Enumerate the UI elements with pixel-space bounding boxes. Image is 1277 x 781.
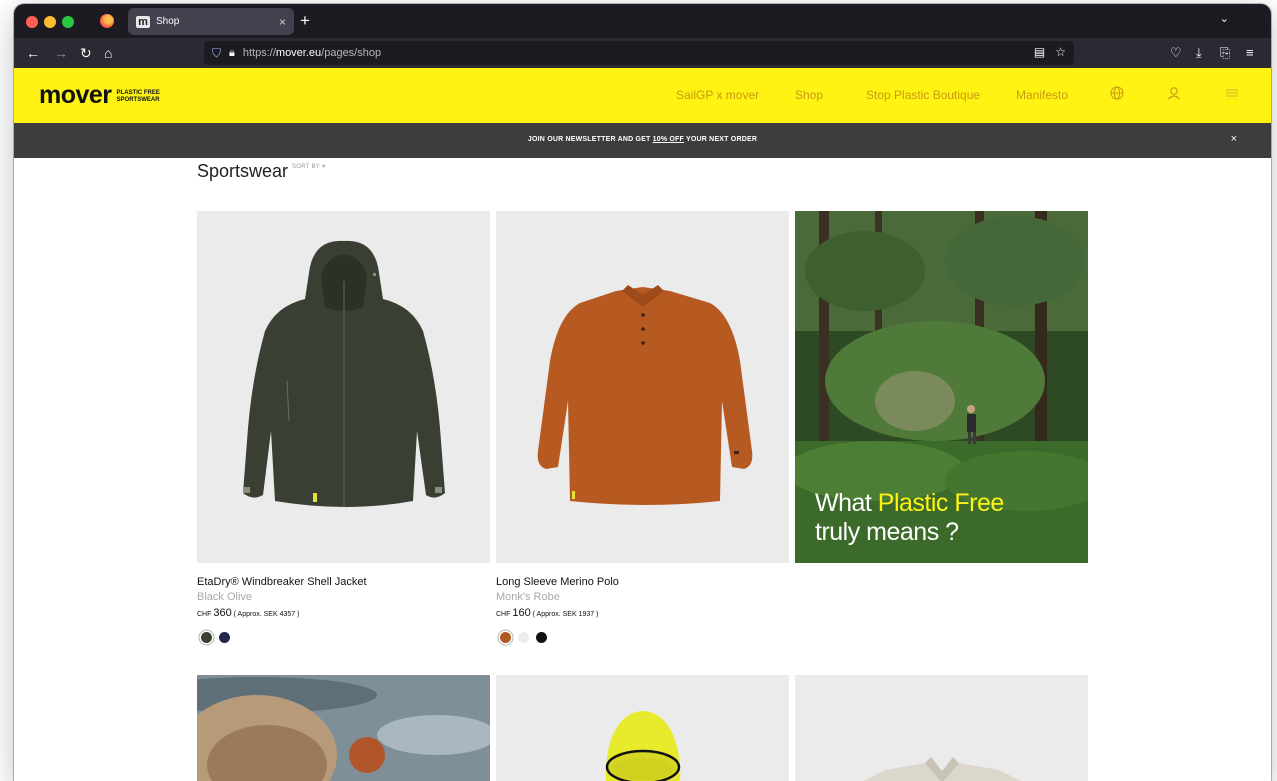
product-color-name: Monk's Robe bbox=[496, 591, 560, 603]
swatch-navy[interactable] bbox=[219, 632, 230, 643]
reload-icon[interactable]: ↻ bbox=[80, 44, 92, 62]
page-title: Sportswear bbox=[197, 161, 289, 181]
nav-stop-plastic-boutique[interactable]: Stop Plastic Boutique bbox=[866, 88, 980, 102]
water-photo bbox=[197, 675, 490, 781]
swatch-black-olive[interactable] bbox=[201, 632, 212, 643]
swatch-monks-robe[interactable] bbox=[500, 632, 511, 643]
bookmark-star-icon[interactable]: ☆ bbox=[1055, 45, 1066, 59]
url-text[interactable]: https://mover.eu/pages/shop bbox=[243, 47, 381, 59]
url-actions: ▤ ☆ bbox=[1034, 45, 1066, 59]
forward-icon[interactable]: → bbox=[54, 44, 68, 62]
nav-sailgp[interactable]: SailGP x mover bbox=[676, 88, 759, 102]
logo[interactable]: mover PLASTIC FREE SPORTSWEAR bbox=[39, 81, 160, 109]
newsletter-close-icon[interactable]: × bbox=[1231, 133, 1237, 145]
polo-illustration bbox=[537, 285, 753, 505]
tab-close-icon[interactable]: × bbox=[279, 15, 286, 29]
zoom-window-button[interactable] bbox=[62, 16, 74, 28]
product-image-yellow-jacket[interactable] bbox=[496, 675, 789, 781]
newsletter-banner: JOIN OUR NEWSLETTER AND GET 10% OFF YOUR… bbox=[14, 123, 1271, 158]
shield-icon[interactable]: ⛉ bbox=[212, 46, 221, 61]
globe-icon[interactable] bbox=[1110, 86, 1124, 103]
minimize-window-button[interactable] bbox=[44, 16, 56, 28]
new-tab-button[interactable]: + bbox=[300, 11, 310, 31]
newsletter-text: JOIN OUR NEWSLETTER AND GET 10% OFF YOUR… bbox=[527, 136, 758, 143]
nav-shop[interactable]: Shop bbox=[795, 88, 823, 102]
url-bar[interactable]: ⛉ 🔒︎ https://mover.eu/pages/shop ▤ ☆ bbox=[204, 41, 1074, 65]
jacket-illustration bbox=[243, 240, 445, 507]
tab-shop[interactable]: m Shop × bbox=[128, 8, 294, 35]
product-image-polo[interactable] bbox=[496, 211, 789, 563]
newsletter-link[interactable]: 10% OFF bbox=[653, 136, 684, 143]
swatch-black[interactable] bbox=[536, 632, 547, 643]
extensions-icon[interactable]: ⎘ bbox=[1220, 45, 1230, 61]
download-icon[interactable]: ⤓ bbox=[1196, 45, 1202, 61]
account-icon[interactable] bbox=[1167, 86, 1181, 103]
promo-banner[interactable]: What Plastic Free truly means ? bbox=[795, 211, 1088, 563]
promo-headline: What Plastic Free truly means ? bbox=[815, 489, 1004, 546]
color-swatches bbox=[201, 632, 230, 643]
yellow-jacket-illustration bbox=[605, 711, 681, 781]
product-image-beige-shirt[interactable] bbox=[795, 675, 1088, 781]
logo-tagline: PLASTIC FREE SPORTSWEAR bbox=[116, 90, 160, 103]
pocket-icon[interactable]: ♡ bbox=[1170, 45, 1182, 61]
home-icon[interactable]: ⌂ bbox=[104, 44, 112, 62]
lock-icon[interactable]: 🔒︎ bbox=[229, 47, 235, 60]
firefox-icon bbox=[100, 14, 114, 28]
site-favicon-icon: m bbox=[136, 15, 150, 28]
sort-by-dropdown[interactable]: SORT BY ▾ bbox=[292, 163, 325, 170]
nav-manifesto[interactable]: Manifesto bbox=[1016, 88, 1068, 102]
tab-list-icon[interactable]: ⌄ bbox=[1220, 12, 1229, 25]
tab-bar: m Shop × + ⌄ bbox=[14, 4, 1271, 38]
beige-shirt-illustration bbox=[863, 757, 1021, 781]
product-price: CHF 360 ( Approx. SEK 4357 ) bbox=[197, 607, 300, 619]
navigation-bar: ← → ↻ ⌂ ⛉ 🔒︎ https://mover.eu/pages/shop… bbox=[14, 38, 1271, 68]
hamburger-icon[interactable] bbox=[1225, 86, 1239, 103]
reader-view-icon[interactable]: ▤ bbox=[1034, 45, 1045, 59]
browser-window: m Shop × + ⌄ ← → ↻ ⌂ ⛉ 🔒︎ https://mover.… bbox=[14, 4, 1271, 781]
color-swatches bbox=[500, 632, 547, 643]
product-image-jacket[interactable] bbox=[197, 211, 490, 563]
site-header: mover PLASTIC FREE SPORTSWEAR SailGP x mo… bbox=[14, 68, 1271, 123]
product-color-name: Black Olive bbox=[197, 591, 253, 603]
logo-wordmark: mover bbox=[39, 81, 112, 109]
product-name[interactable]: EtaDry® Windbreaker Shell Jacket bbox=[197, 576, 367, 588]
product-image-water[interactable] bbox=[197, 675, 490, 781]
tab-title: Shop bbox=[156, 16, 180, 27]
back-icon[interactable]: ← bbox=[26, 44, 40, 62]
close-window-button[interactable] bbox=[26, 16, 38, 28]
swatch-white[interactable] bbox=[518, 632, 529, 643]
product-price: CHF 160 ( Approx. SEK 1937 ) bbox=[496, 607, 599, 619]
product-name[interactable]: Long Sleeve Merino Polo bbox=[496, 576, 619, 588]
menu-icon[interactable]: ≡ bbox=[1246, 45, 1254, 60]
